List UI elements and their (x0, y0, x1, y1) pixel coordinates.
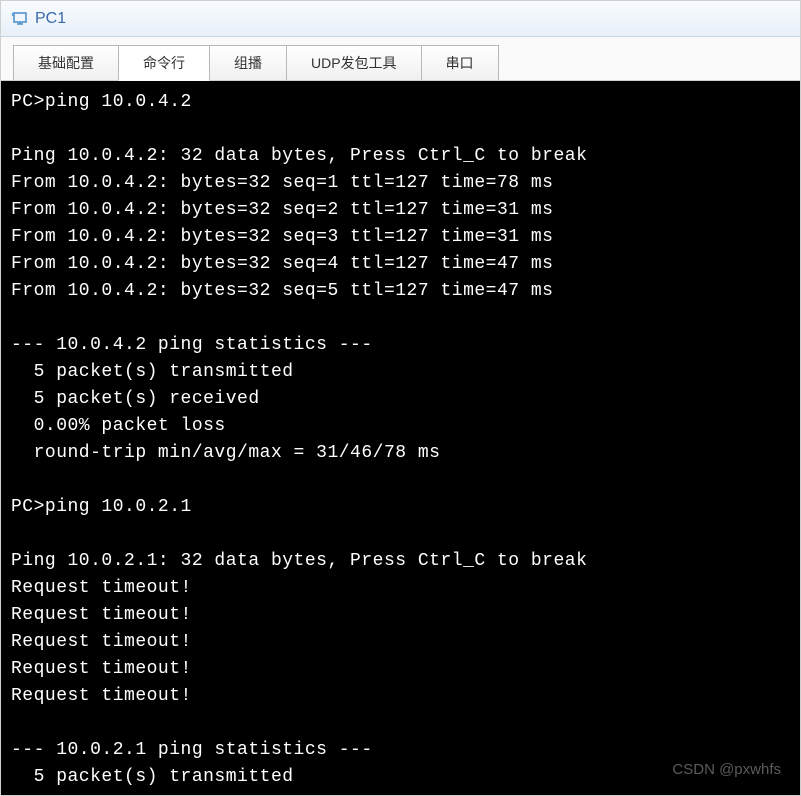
tab-command-line[interactable]: 命令行 (118, 45, 210, 81)
tab-label: 串口 (446, 55, 474, 71)
tab-serial[interactable]: 串口 (421, 45, 499, 80)
tab-basic-config[interactable]: 基础配置 (13, 45, 119, 80)
tab-multicast[interactable]: 组播 (209, 45, 287, 80)
pc-icon (11, 10, 29, 28)
tab-udp-tool[interactable]: UDP发包工具 (286, 45, 422, 80)
app-window: PC1 基础配置 命令行 组播 UDP发包工具 串口 PC>ping 10.0.… (0, 0, 801, 796)
titlebar[interactable]: PC1 (1, 1, 800, 37)
tabbar: 基础配置 命令行 组播 UDP发包工具 串口 (1, 37, 800, 81)
terminal-output[interactable]: PC>ping 10.0.4.2 Ping 10.0.4.2: 32 data … (1, 81, 800, 795)
tab-label: UDP发包工具 (311, 55, 397, 71)
tab-label: 组播 (234, 55, 262, 71)
window-title: PC1 (35, 10, 66, 28)
tab-label: 命令行 (143, 55, 185, 71)
tab-label: 基础配置 (38, 55, 94, 71)
